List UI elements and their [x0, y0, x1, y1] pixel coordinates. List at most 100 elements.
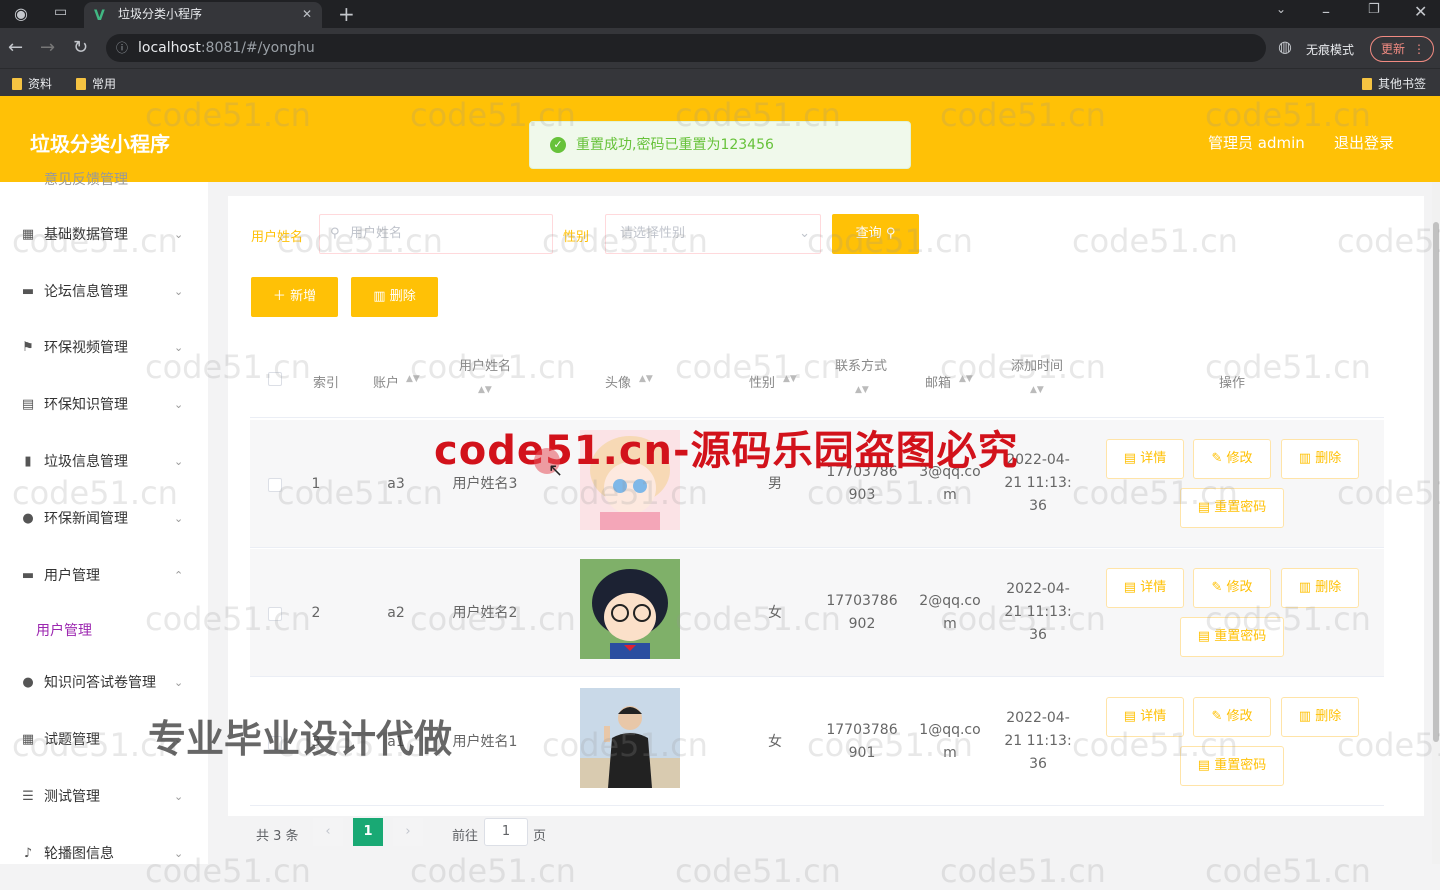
reset-label: 重置密码: [1214, 629, 1267, 644]
scrollbar[interactable]: [1432, 182, 1440, 864]
sidebar-item-knowledge[interactable]: ▤ 环保知识管理 ⌄: [0, 385, 208, 425]
time-line: 2022-04-: [1006, 581, 1070, 597]
document-icon: ▤: [1197, 629, 1211, 644]
th-phone[interactable]: 联系方式: [826, 355, 896, 374]
th-account[interactable]: 账户: [366, 372, 406, 391]
query-button[interactable]: 查询 ⚲: [832, 214, 919, 254]
sidebar-item-basic-data[interactable]: ▦ 基础数据管理 ⌄: [0, 215, 208, 255]
select-all-checkbox[interactable]: [268, 372, 282, 386]
back-icon[interactable]: ←: [8, 37, 23, 58]
tab-title: 垃圾分类小程序: [118, 7, 203, 21]
avatar-photo-person: [580, 688, 680, 788]
sidebar-item-tests[interactable]: ☰ 测试管理 ⌄: [0, 777, 208, 817]
add-label: 新增: [290, 289, 317, 304]
sort-icon[interactable]: ▲▼: [855, 385, 869, 395]
trash-icon: ▥: [1298, 580, 1312, 595]
current-user: 管理员 admin: [1208, 134, 1305, 152]
new-tab-icon[interactable]: +: [338, 2, 355, 26]
other-bookmarks[interactable]: 其他书签: [1362, 75, 1426, 92]
prev-page-button[interactable]: ‹: [313, 818, 343, 846]
sidebar-item-forum[interactable]: ▬ 论坛信息管理 ⌄: [0, 272, 208, 312]
reset-password-button[interactable]: ▤ 重置密码: [1180, 617, 1284, 657]
tab-search-icon[interactable]: ⌄: [1276, 2, 1286, 16]
logout-link[interactable]: 退出登录: [1334, 132, 1394, 153]
sidebar-item-users[interactable]: ▬ 用户管理 ⌃: [0, 556, 208, 596]
detail-button[interactable]: ▤ 详情: [1106, 439, 1184, 479]
sidebar-item-quiz[interactable]: ● 知识问答试卷管理 ⌄: [0, 663, 208, 703]
cell-gender: 男: [768, 476, 782, 492]
th-email[interactable]: 邮箱: [918, 372, 958, 391]
page-1-button[interactable]: 1: [353, 818, 383, 846]
reset-password-button[interactable]: ▤ 重置密码: [1180, 746, 1284, 786]
pagination-total: 共 3 条: [256, 829, 299, 844]
info-icon[interactable]: ⓘ: [116, 34, 128, 62]
bookmark-label: 常用: [92, 77, 117, 91]
detail-button[interactable]: ▤ 详情: [1106, 697, 1184, 737]
phone-line: 901: [848, 745, 876, 761]
delete-label: 删除: [1315, 709, 1342, 724]
cell-time: 2022-04- 21 11:13: 36: [998, 707, 1078, 776]
bookmark-folder-2[interactable]: 常用: [76, 75, 116, 92]
globe-icon[interactable]: ◉: [14, 4, 28, 23]
chevron-right-icon: ›: [405, 824, 411, 839]
cell-name: 用户姓名1: [452, 734, 518, 750]
sort-icon[interactable]: ▲▼: [959, 374, 973, 384]
window-icon[interactable]: ▭: [54, 4, 67, 20]
reload-icon[interactable]: ↻: [73, 37, 88, 58]
edit-button[interactable]: ✎ 修改: [1193, 697, 1271, 737]
sidebar-item-carousel[interactable]: ♪ 轮播图信息 ⌄: [0, 834, 208, 874]
chevron-down-icon: ⌄: [174, 790, 184, 803]
sort-icon[interactable]: ▲▼: [406, 374, 420, 384]
sort-icon[interactable]: ▲▼: [783, 374, 797, 384]
forward-icon[interactable]: →: [40, 37, 55, 58]
edit-button[interactable]: ✎ 修改: [1193, 568, 1271, 608]
document-icon: ▤: [1123, 580, 1137, 595]
document-icon: ▤: [1123, 709, 1137, 724]
name-search-input[interactable]: ⚲ 用户姓名: [319, 214, 553, 254]
th-gender[interactable]: 性别: [742, 372, 782, 391]
goto-page-input[interactable]: 1: [484, 818, 528, 846]
batch-delete-button[interactable]: ▥ 删除: [351, 277, 438, 317]
next-page-button[interactable]: ›: [393, 818, 423, 846]
edit-button[interactable]: ✎ 修改: [1193, 439, 1271, 479]
delete-button[interactable]: ▥ 删除: [1281, 439, 1359, 479]
cell-index: 1: [311, 476, 321, 492]
sidebar-item-cut[interactable]: 意见反馈管理: [0, 160, 208, 200]
th-avatar[interactable]: 头像: [598, 372, 638, 391]
sort-icon[interactable]: ▲▼: [1030, 385, 1044, 395]
chevron-down-icon: ⌄: [174, 455, 184, 468]
close-window-icon[interactable]: ✕: [1414, 2, 1427, 21]
scrollbar-thumb[interactable]: [1433, 222, 1439, 742]
row-checkbox[interactable]: [268, 607, 282, 621]
row-checkbox[interactable]: [268, 478, 282, 492]
trash-icon: ▥: [373, 289, 386, 304]
browser-tab[interactable]: V 垃圾分类小程序 ✕: [84, 2, 322, 28]
update-button[interactable]: 更新 ⋮: [1370, 36, 1434, 62]
th-name[interactable]: 用户姓名: [445, 355, 525, 374]
delete-button[interactable]: ▥ 删除: [1281, 568, 1359, 608]
reset-password-button[interactable]: ▤ 重置密码: [1180, 488, 1284, 528]
list-icon: ☰: [22, 789, 34, 804]
sort-icon[interactable]: ▲▼: [478, 385, 492, 395]
edit-icon: ✎: [1211, 451, 1223, 466]
detail-button[interactable]: ▤ 详情: [1106, 568, 1184, 608]
cell-account: a3: [387, 476, 405, 492]
sidebar-item-garbage[interactable]: ▮ 垃圾信息管理 ⌄: [0, 442, 208, 482]
menu-dots-icon[interactable]: ⋮: [1413, 42, 1425, 56]
delete-button[interactable]: ▥ 删除: [1281, 697, 1359, 737]
bookmark-folder-1[interactable]: 资料: [12, 75, 52, 92]
sidebar-item-news[interactable]: ● 环保新闻管理 ⌄: [0, 499, 208, 539]
sidebar-item-video[interactable]: ⚑ 环保视频管理 ⌄: [0, 328, 208, 368]
url-field[interactable]: ⓘ localhost:8081/#/yonghu: [106, 34, 1266, 62]
gender-select[interactable]: 请选择性别 ⌄: [605, 214, 821, 254]
sort-icon[interactable]: ▲▼: [639, 374, 653, 384]
minimize-icon[interactable]: –: [1322, 2, 1330, 21]
phone-line: 902: [848, 616, 876, 632]
sidebar-item-label: 轮播图信息: [44, 846, 114, 862]
add-button[interactable]: ＋ 新增: [251, 277, 338, 317]
sidebar-subitem-users[interactable]: 用户管理: [36, 620, 92, 640]
close-tab-icon[interactable]: ✕: [302, 2, 312, 26]
gender-filter-label: 性别: [563, 230, 590, 245]
restore-icon[interactable]: ❐: [1368, 2, 1380, 17]
th-time[interactable]: 添加时间: [1000, 355, 1074, 374]
